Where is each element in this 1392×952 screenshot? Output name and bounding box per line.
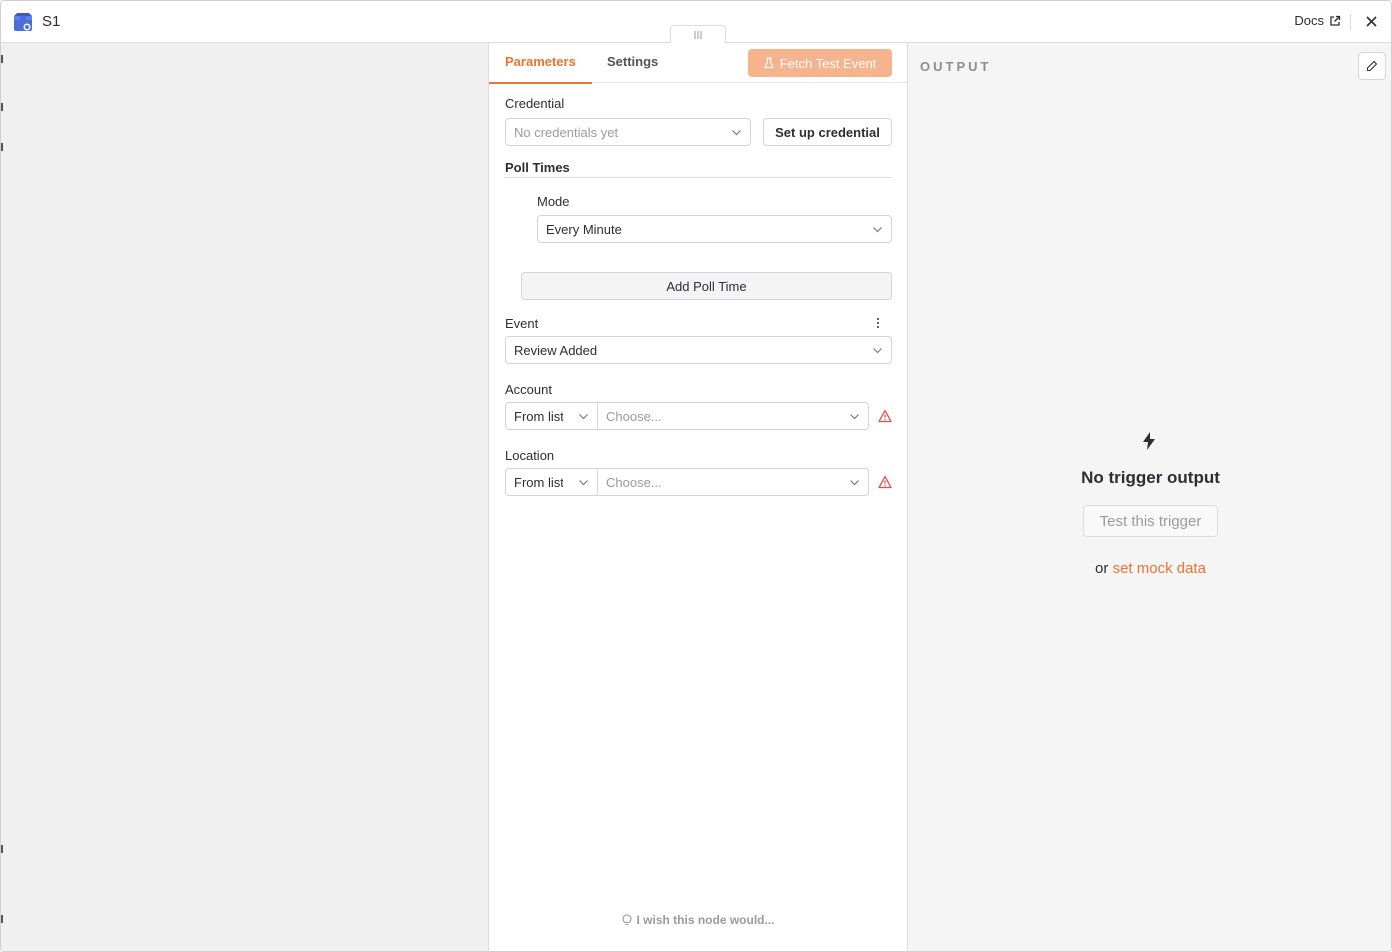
account-placeholder: Choose... (606, 408, 662, 424)
flask-icon (763, 57, 774, 69)
panel-drag-handle[interactable] (670, 25, 726, 43)
no-trigger-output-title: No trigger output (1081, 468, 1220, 487)
bolt-icon (1143, 432, 1155, 450)
event-select[interactable]: Review Added (505, 336, 892, 364)
event-value: Review Added (514, 342, 598, 358)
pencil-icon (1366, 60, 1378, 72)
close-button[interactable] (1363, 13, 1379, 29)
fetch-test-event-label: Fetch Test Event (779, 55, 877, 71)
chevron-down-icon (732, 130, 741, 136)
account-label: Account (505, 382, 552, 397)
chevron-down-icon (873, 348, 882, 354)
add-poll-time-button[interactable]: Add Poll Time (521, 272, 892, 300)
feedback-label: I wish this node would... (636, 913, 775, 927)
canvas-edge-mark (1, 915, 3, 923)
or-text: or (1095, 560, 1109, 577)
test-trigger-button[interactable]: Test this trigger (1083, 505, 1218, 537)
chevron-down-icon (850, 414, 859, 420)
warning-icon (878, 409, 892, 423)
mode-value: Every Minute (546, 221, 622, 237)
credential-placeholder: No credentials yet (514, 124, 619, 140)
canvas-edge-mark (1, 55, 3, 63)
mode-select[interactable]: Every Minute (537, 215, 892, 243)
close-icon (1365, 15, 1377, 27)
account-mode-value: From list (514, 408, 563, 424)
tab-parameters[interactable]: Parameters (489, 54, 592, 84)
output-title: OUTPUT (920, 59, 992, 74)
canvas-edge-mark (1, 143, 3, 151)
google-business-profile-icon (14, 13, 32, 31)
chevron-down-icon (579, 480, 588, 486)
location-label: Location (505, 448, 555, 463)
drag-handle-icon (694, 30, 702, 39)
event-label: Event (505, 316, 539, 331)
poll-times-divider (505, 177, 892, 178)
canvas-edge-mark (1, 103, 3, 111)
account-select[interactable]: Choose... (597, 402, 869, 430)
output-panel: OUTPUT No trigger output Test this trigg… (908, 43, 1391, 951)
credential-select[interactable]: No credentials yet (505, 118, 751, 146)
fetch-test-event-button[interactable]: Fetch Test Event (748, 49, 892, 77)
edit-output-button[interactable] (1358, 52, 1386, 80)
canvas-edge-mark (1, 845, 3, 853)
credential-label: Credential (505, 96, 565, 111)
mock-data-line: or set mock data (908, 560, 1391, 577)
chevron-down-icon (579, 414, 588, 420)
poll-times-label: Poll Times (505, 160, 570, 175)
feedback-link[interactable]: I wish this node would... (489, 913, 907, 927)
node-title[interactable]: S1 (42, 13, 60, 30)
docs-label: Docs (1294, 13, 1324, 28)
parameters-panel: Parameters Settings Fetch Test Event Cre… (488, 43, 908, 951)
docs-link[interactable]: Docs (1294, 13, 1341, 28)
location-placeholder: Choose... (606, 474, 662, 490)
header-divider (1350, 14, 1351, 30)
account-mode-select[interactable]: From list (505, 402, 598, 430)
canvas-background (1, 43, 488, 951)
mode-label: Mode (537, 194, 570, 209)
tab-bar: Parameters Settings Fetch Test Event (489, 43, 907, 84)
lightbulb-icon (621, 914, 632, 926)
external-link-icon (1330, 15, 1341, 26)
node-details-window: S1 Docs Parameters Settings Fetch Test E… (0, 0, 1392, 952)
set-mock-data-link[interactable]: set mock data (1113, 560, 1206, 577)
chevron-down-icon (850, 480, 859, 486)
set-up-credential-button[interactable]: Set up credential (763, 118, 892, 146)
warning-icon (878, 475, 892, 489)
location-mode-value: From list (514, 474, 563, 490)
chevron-down-icon (873, 227, 882, 233)
location-select[interactable]: Choose... (597, 468, 869, 496)
tab-settings[interactable]: Settings (607, 54, 658, 83)
location-mode-select[interactable]: From list (505, 468, 598, 496)
kebab-icon[interactable] (874, 317, 882, 329)
